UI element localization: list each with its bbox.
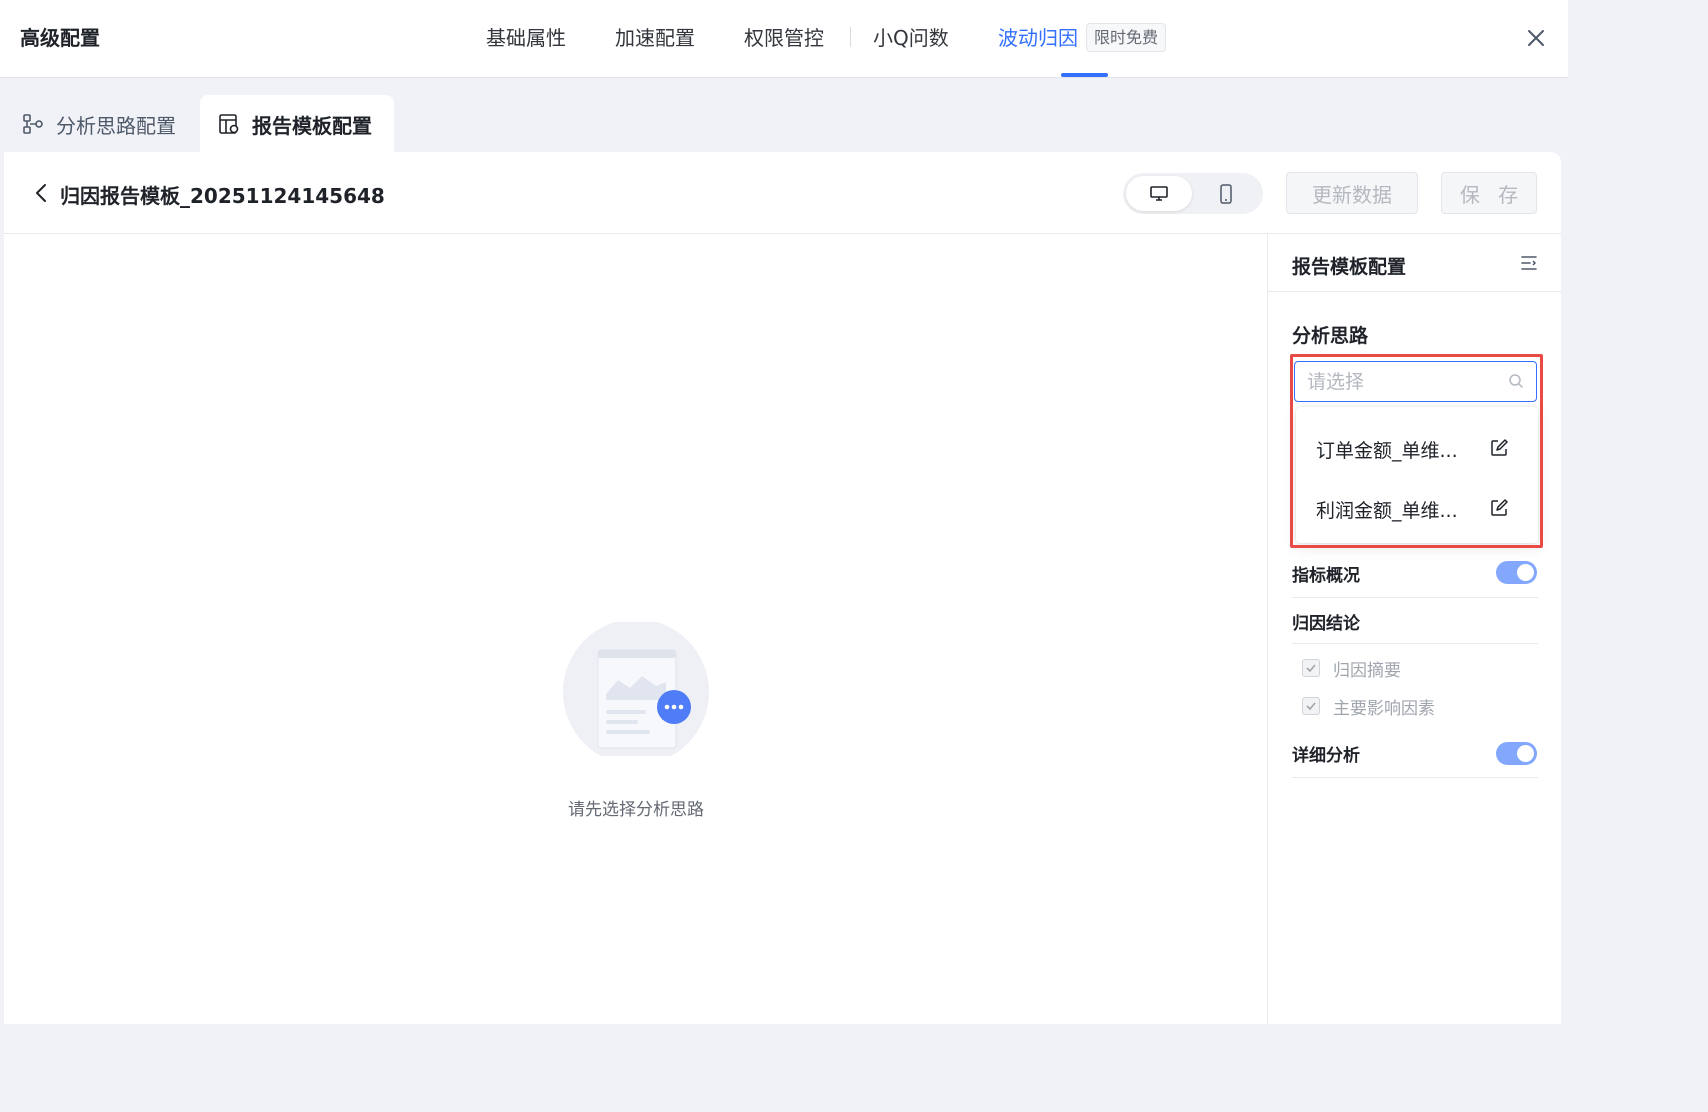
flow-nodes-icon [23,114,43,134]
empty-state-illustration [563,622,709,756]
nav-tab-permission[interactable]: 权限管控 [744,22,824,51]
collapse-panel-icon[interactable] [1520,254,1538,272]
report-template-icon [219,114,239,134]
highlight-annotation-box [1290,354,1543,548]
detail-row: 详细分析 [1292,730,1538,778]
conclusion-label: 归因结论 [1292,614,1360,634]
empty-state-text: 请先选择分析思路 [568,800,704,820]
factors-checkbox[interactable] [1302,697,1320,715]
overview-toggle[interactable] [1496,561,1537,584]
summary-checkbox-row[interactable]: 归因摘要 [1302,656,1401,681]
save-button[interactable]: 保 存 [1441,172,1537,214]
update-data-button[interactable]: 更新数据 [1286,172,1418,214]
panel-title: 报告模板配置 [1292,256,1407,278]
analysis-section-label: 分析思路 [1292,325,1369,347]
summary-checkbox[interactable] [1302,659,1320,677]
factors-checkbox-row[interactable]: 主要影响因素 [1302,694,1435,719]
report-toolbar: 归因报告模板_20251124145648 更新数据 保 存 [4,152,1561,234]
detail-toggle[interactable] [1496,742,1537,765]
back-button[interactable] [32,181,52,205]
top-header: 高级配置 基础属性 加速配置 权限管控 小Q问数 波动归因 限时免费 [0,0,1568,78]
nav-tab-basic-props[interactable]: 基础属性 [486,22,566,51]
overview-label: 指标概况 [1292,566,1360,586]
nav-divider [850,27,851,47]
close-button[interactable] [1524,26,1548,50]
phone-icon [1220,183,1232,204]
summary-label: 归因摘要 [1333,660,1401,681]
mobile-view-button[interactable] [1193,176,1259,211]
panel-header: 报告模板配置 [1268,234,1562,292]
active-tab-indicator [1061,73,1108,77]
check-icon [1306,702,1316,711]
device-switch [1123,173,1263,214]
check-icon [1306,664,1316,673]
page-title: 高级配置 [20,26,100,50]
nav-tab-attribution[interactable]: 波动归因 [998,22,1078,51]
desktop-view-button[interactable] [1126,176,1192,211]
config-panel: 报告模板配置 分析思路 指标概况 归因结论 归因摘要 主要影响因素 详细分析 请… [1267,234,1562,1024]
subtab-label: 分析思路配置 [56,113,176,138]
free-badge: 限时免费 [1086,23,1167,52]
detail-label: 详细分析 [1292,746,1360,766]
main-card: 归因报告模板_20251124145648 更新数据 保 存 请先选择分析思路 … [4,152,1562,1024]
factors-label: 主要影响因素 [1333,698,1435,719]
monitor-icon [1150,185,1168,201]
overview-row: 指标概况 [1292,554,1538,598]
subtab-report-template[interactable]: 报告模板配置 [200,95,394,153]
close-icon [1528,30,1544,46]
nav-tab-xiaoq[interactable]: 小Q问数 [873,22,949,51]
subtab-analysis-config[interactable]: 分析思路配置 [22,95,176,153]
subtab-label: 报告模板配置 [252,113,372,138]
chevron-left-icon [36,184,46,202]
nav-tab-acceleration[interactable]: 加速配置 [615,22,695,51]
conclusion-row: 归因结论 [1292,598,1538,644]
report-title: 归因报告模板_20251124145648 [60,184,385,208]
